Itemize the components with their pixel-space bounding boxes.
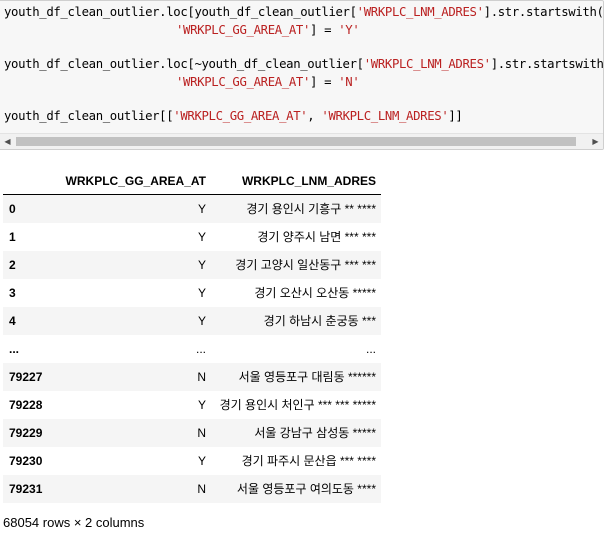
row-index: 79227 [9, 370, 43, 384]
table-row: ......... [3, 335, 381, 363]
table-header-row: WRKPLC_GG_AREA_AT WRKPLC_LNM_ADRES [3, 168, 381, 195]
code-line-1[interactable]: youth_df_clean_outlier.loc[youth_df_clea… [4, 5, 603, 19]
code-line-5[interactable]: youth_df_clean_outlier[['WRKPLC_GG_AREA_… [4, 109, 463, 123]
row-index: ... [9, 342, 20, 356]
cell-area: N [197, 370, 206, 384]
column-header-address: WRKPLC_LNM_ADRES [211, 168, 381, 195]
cell-area: Y [197, 202, 206, 216]
table-row: 79228 Y 경기 용인시 처인구 *** *** ***** [3, 391, 381, 419]
row-index: 79231 [9, 482, 43, 496]
cell-area: Y [197, 398, 206, 412]
cell-area: ... [195, 342, 206, 356]
cell-address: 경기 용인시 기흥구 ** **** [246, 202, 376, 216]
cell-address: 경기 고양시 일산동구 *** *** [235, 258, 376, 272]
index-header [3, 168, 49, 195]
row-index: 3 [9, 286, 16, 300]
cell-area: Y [197, 286, 206, 300]
table-row: 79230 Y 경기 파주시 문산읍 *** **** [3, 447, 381, 475]
horizontal-scrollbar[interactable]: ◀ ▶ [0, 133, 603, 149]
table-row: 79231 N 서울 영등포구 여의도동 **** [3, 475, 381, 503]
code-line-4[interactable]: 'WRKPLC_GG_AREA_AT'] = 'N' [176, 75, 360, 89]
cell-area: Y [197, 230, 206, 244]
cell-address: 경기 하남시 춘궁동 *** [263, 314, 376, 328]
table-row: 79229 N 서울 강남구 삼성동 ***** [3, 419, 381, 447]
row-index: 1 [9, 230, 16, 244]
table-row: 2 Y 경기 고양시 일산동구 *** *** [3, 251, 381, 279]
cell-address: 서울 영등포구 여의도동 **** [236, 482, 376, 496]
row-index: 4 [9, 314, 16, 328]
cell-address: ... [365, 342, 376, 356]
cell-address: 서울 영등포구 대림동 ****** [238, 370, 376, 384]
cell-area: Y [197, 454, 206, 468]
row-index: 79228 [9, 398, 43, 412]
cell-address: 경기 파주시 문산읍 *** **** [241, 454, 376, 468]
cell-address: 경기 오산시 오산동 ***** [254, 286, 376, 300]
cell-address: 경기 양주시 남면 *** *** [257, 230, 376, 244]
row-index: 2 [9, 258, 16, 272]
table-row: 3 Y 경기 오산시 오산동 ***** [3, 279, 381, 307]
cell-address: 서울 강남구 삼성동 ***** [254, 426, 376, 440]
code-line-2[interactable]: 'WRKPLC_GG_AREA_AT'] = 'Y' [176, 23, 360, 37]
cell-area: Y [197, 258, 206, 272]
dataframe-shape: 68054 rows × 2 columns [3, 515, 145, 530]
scrollbar-thumb[interactable] [16, 137, 576, 146]
cell-area: N [197, 482, 206, 496]
scroll-left-arrow-icon[interactable]: ◀ [0, 134, 15, 149]
table-row: 4 Y 경기 하남시 춘궁동 *** [3, 307, 381, 335]
dataframe-table: WRKPLC_GG_AREA_AT WRKPLC_LNM_ADRES 0 Y 경기 … [3, 168, 381, 503]
table-row: 1 Y 경기 양주시 남면 *** *** [3, 223, 381, 251]
table-row: 0 Y 경기 용인시 기흥구 ** **** [3, 194, 381, 223]
code-cell[interactable]: youth_df_clean_outlier.loc[youth_df_clea… [0, 0, 604, 150]
row-index: 79230 [9, 454, 43, 468]
column-header-area: WRKPLC_GG_AREA_AT [49, 168, 211, 195]
row-index: 0 [9, 202, 16, 216]
cell-area: N [197, 426, 206, 440]
row-index: 79229 [9, 426, 43, 440]
cell-area: Y [197, 314, 206, 328]
table-row: 79227 N 서울 영등포구 대림동 ****** [3, 363, 381, 391]
cell-address: 경기 용인시 처인구 *** *** ***** [219, 398, 376, 412]
code-line-3[interactable]: youth_df_clean_outlier.loc[~youth_df_cle… [4, 57, 603, 71]
scroll-right-arrow-icon[interactable]: ▶ [588, 134, 603, 149]
